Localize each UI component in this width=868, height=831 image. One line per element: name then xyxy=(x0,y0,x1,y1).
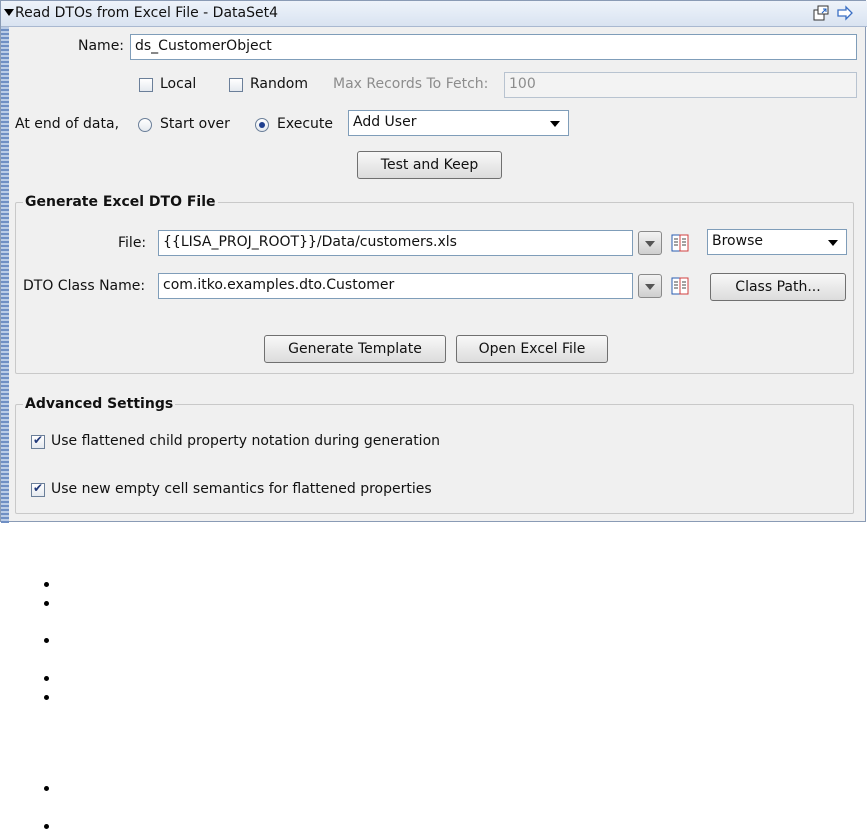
flattened-notation-label: Use flattened child property notation du… xyxy=(51,433,441,449)
test-and-keep-button[interactable]: Test and Keep xyxy=(357,151,502,179)
generate-section-title: Generate Excel DTO File xyxy=(23,194,218,210)
random-checkbox[interactable] xyxy=(229,78,243,92)
list-bullet xyxy=(44,676,49,681)
file-label: File: xyxy=(118,235,147,251)
end-of-data-label: At end of data, xyxy=(15,116,120,132)
dto-class-input[interactable]: com.itko.examples.dto.Customer xyxy=(158,273,633,299)
empty-cell-semantics-label: Use new empty cell semantics for flatten… xyxy=(51,481,432,497)
open-excel-file-button[interactable]: Open Excel File xyxy=(456,335,608,363)
step-editor-panel: Read DTOs from Excel File - DataSet4 Nam… xyxy=(0,0,867,523)
list-bullet xyxy=(44,638,49,643)
advanced-settings-section xyxy=(15,404,854,514)
panel-edge-stripe xyxy=(1,1,9,523)
random-label: Random xyxy=(250,76,308,92)
execute-step-value: Add User xyxy=(353,114,417,130)
list-bullet xyxy=(44,695,49,700)
max-records-input[interactable]: 100 xyxy=(504,72,857,98)
empty-cell-semantics-checkbox[interactable] xyxy=(31,481,45,497)
file-history-dropdown[interactable] xyxy=(638,231,662,255)
chevron-down-icon xyxy=(550,121,560,127)
flattened-notation-checkbox[interactable] xyxy=(31,433,45,449)
name-input[interactable]: ds_CustomerObject xyxy=(130,34,857,60)
execute-label: Execute xyxy=(277,116,333,132)
execute-radio[interactable] xyxy=(255,118,269,132)
properties-icon[interactable] xyxy=(670,233,690,253)
list-bullet xyxy=(44,601,49,606)
advanced-section-title: Advanced Settings xyxy=(23,396,176,412)
arrow-right-icon[interactable] xyxy=(837,5,853,21)
generate-template-button[interactable]: Generate Template xyxy=(264,335,446,363)
chevron-down-icon xyxy=(828,240,838,246)
dto-history-dropdown[interactable] xyxy=(638,274,662,298)
start-over-radio[interactable] xyxy=(138,118,152,132)
list-bullet xyxy=(44,786,49,791)
name-label: Name: xyxy=(78,38,125,54)
panel-titlebar: Read DTOs from Excel File - DataSet4 xyxy=(1,1,867,27)
list-bullet xyxy=(44,582,49,587)
list-bullet xyxy=(44,824,49,829)
browse-label: Browse xyxy=(712,233,763,249)
detach-window-icon[interactable] xyxy=(813,5,829,21)
execute-step-select[interactable]: Add User xyxy=(348,110,569,136)
local-checkbox[interactable] xyxy=(139,78,153,92)
panel-title: Read DTOs from Excel File - DataSet4 xyxy=(15,5,278,21)
collapse-triangle-icon[interactable] xyxy=(4,9,14,16)
file-input[interactable]: {{LISA_PROJ_ROOT}}/Data/customers.xls xyxy=(158,230,633,256)
class-path-button[interactable]: Class Path... xyxy=(710,273,846,301)
local-label: Local xyxy=(160,76,197,92)
browse-select[interactable]: Browse xyxy=(707,229,847,255)
start-over-label: Start over xyxy=(160,116,230,132)
properties-icon[interactable] xyxy=(670,276,690,296)
dto-class-label: DTO Class Name: xyxy=(23,278,146,294)
max-records-label: Max Records To Fetch: xyxy=(333,76,489,92)
